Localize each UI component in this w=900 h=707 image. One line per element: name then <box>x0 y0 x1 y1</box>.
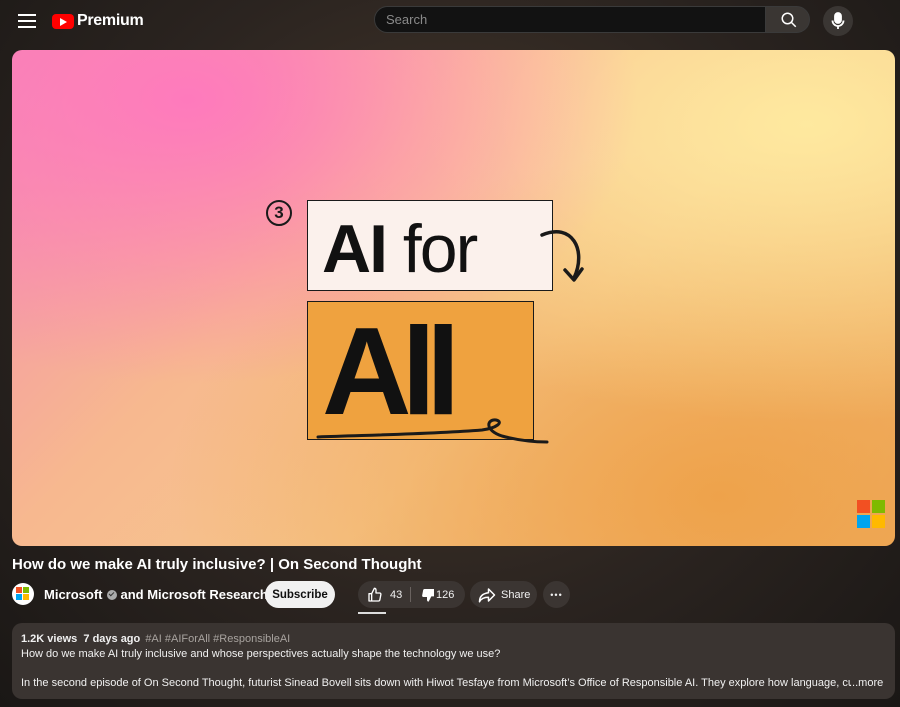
dislike-count: 126 <box>436 588 455 601</box>
share-icon <box>478 587 496 602</box>
youtube-premium-logo[interactable]: Premium <box>52 11 144 31</box>
squiggle-underline <box>316 418 549 444</box>
show-more-link[interactable]: ...more <box>849 677 883 689</box>
description-meta: 1.2K views 7 days ago #AI #AIForAll #Res… <box>21 633 290 645</box>
like-active-indicator <box>358 612 386 614</box>
subscribe-button[interactable]: Subscribe <box>265 581 335 608</box>
description-line1: How do we make AI truly inclusive and wh… <box>21 648 501 660</box>
logo-text: Premium <box>77 12 144 29</box>
video-player[interactable]: 3 AI for All <box>12 50 895 546</box>
share-label: Share <box>501 588 531 601</box>
channel-avatar[interactable] <box>12 583 34 605</box>
view-count: 1.2K views <box>21 633 78 645</box>
thumbs-up-icon <box>368 587 382 602</box>
description-line2: In the second episode of On Second Thoug… <box>21 677 851 689</box>
like-dislike-group: 43 126 <box>358 581 465 608</box>
more-icon: ••• <box>550 589 563 600</box>
like-count: 43 <box>390 588 403 601</box>
upload-age: 7 days ago <box>83 633 141 645</box>
dislike-button[interactable]: 126 <box>412 581 465 608</box>
video-title: How do we make AI truly inclusive? | On … <box>12 556 422 573</box>
thumbnail-decorations <box>316 230 584 444</box>
channel-collab[interactable]: and Microsoft Research <box>121 587 268 602</box>
divider <box>410 587 411 602</box>
search-icon <box>781 12 797 28</box>
search-input[interactable] <box>375 7 757 32</box>
like-button[interactable]: 43 <box>358 581 410 608</box>
curved-arrow-icon <box>540 230 581 280</box>
top-bar: Premium <box>0 0 900 42</box>
voice-search-button[interactable] <box>823 6 853 36</box>
search-box <box>374 6 766 33</box>
microphone-icon <box>831 12 845 29</box>
description-panel[interactable]: 1.2K views 7 days ago #AI #AIForAll #Res… <box>12 623 895 699</box>
channel-name[interactable]: Microsoft <box>44 587 103 602</box>
channel-names[interactable]: Microsoft and Microsoft Research <box>44 587 286 602</box>
menu-icon[interactable] <box>16 11 38 31</box>
microsoft-logo <box>857 500 886 529</box>
share-button[interactable]: Share <box>470 581 537 608</box>
search-button[interactable] <box>765 6 810 33</box>
arrow-head <box>563 267 584 282</box>
youtube-play-icon <box>52 13 74 29</box>
hashtags[interactable]: #AI #AIForAll #ResponsibleAI <box>145 633 290 645</box>
verified-icon <box>106 589 117 600</box>
more-actions-button[interactable]: ••• <box>543 581 570 608</box>
thumbs-down-icon <box>422 588 434 602</box>
description-line2-text: In the second episode of On Second Thoug… <box>21 677 851 689</box>
